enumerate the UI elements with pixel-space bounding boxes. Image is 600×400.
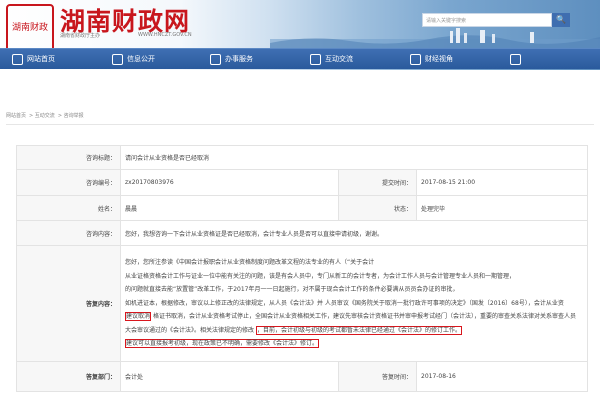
- more-icon: [510, 53, 521, 65]
- nav-item-view[interactable]: 财经视角: [410, 49, 453, 69]
- search-input[interactable]: 请输入关键字搜索: [422, 13, 552, 27]
- breadcrumb: 网站首页 > 互动交流 > 咨询举报: [6, 113, 84, 119]
- number-label: 咨询编号：: [16, 169, 121, 196]
- reply-line: 建议可以直接报考初级，现在政策已不明确，需要修改《会计法》修订。: [125, 337, 583, 351]
- submit-time-label: 提交时间：: [338, 169, 417, 196]
- reply-highlight-line: ，目前，会计初级与初级的考试都暂未法律已经通过《会计法》的修订工作。: [255, 325, 462, 335]
- nav-item-info[interactable]: 信息公开: [112, 49, 155, 69]
- content-value: 您好，我想咨询一下会计从业资格证是否已经取消，会计专业人员是否可以直接申请初级，…: [119, 220, 589, 246]
- reply-dept-value: 会计处: [120, 361, 339, 392]
- reply-highlight-box: 建议取消: [125, 312, 152, 322]
- search-icon: 🔍: [556, 15, 566, 24]
- name-value: 晨晨: [120, 195, 339, 221]
- service-icon: [210, 53, 221, 65]
- reply-line: 的问题就直接去能“放置管”改革工作，于2017年月一一日起施行，对不属于现合会计…: [125, 286, 459, 294]
- breadcrumb-home[interactable]: 网站首页: [6, 113, 26, 119]
- status-label: 状态：: [338, 195, 417, 221]
- number-value: zx20170803976: [120, 169, 339, 196]
- reply-line: 大会审议通过的《会计法》。相关法律规定的修改 ，目前，会计初级与初级的考试都暂未…: [125, 325, 462, 335]
- reply-label: 答复内容：: [16, 245, 121, 362]
- submit-time-value: 2017-08-15 21:00: [415, 169, 589, 196]
- main-nav: 网站首页 信息公开 办事服务 互动交流 财经视角: [0, 48, 600, 69]
- reply-highlight-final: 建议可以直接报考初级，现在政策已不明确，需要修改《会计法》修订。: [125, 339, 320, 349]
- reply-time-value: 2017-08-16: [415, 361, 589, 392]
- view-icon: [410, 53, 421, 65]
- reply-content: 您好，您所注参读《中国会计报职会计从业资格制度问题改革文程的法专业的有人（“关于…: [119, 245, 589, 362]
- search-button[interactable]: 🔍: [552, 13, 570, 27]
- reply-line: 您好，您所注参读《中国会计报职会计从业资格制度问题改革文程的法专业的有人（“关于…: [125, 259, 375, 267]
- reply-line: 从业证格资格会计工作与证业一位中能有关注的问题，该是有会人员中，专门从新工的会计…: [125, 272, 516, 280]
- reply-line: 如机进证本，根据修改，审议以上修正改的法律规定，从人员《会计法》并 人员审议《国…: [125, 299, 564, 307]
- reply-dept-label: 答复部门：: [16, 361, 121, 392]
- chat-icon: [310, 53, 321, 65]
- name-label: 姓名：: [16, 195, 121, 221]
- title-label: 咨询标题：: [16, 145, 121, 170]
- site-header: 湖南财政 湖南财政网 湖南省财政厅主办 WWW.HNCZT.GOV.CN 请输入…: [0, 0, 600, 70]
- nav-item-more[interactable]: [510, 49, 525, 69]
- breadcrumb-current: 咨询举报: [63, 113, 84, 119]
- site-subtitle: 湖南省财政厅主办: [60, 33, 101, 39]
- nav-item-interact[interactable]: 互动交流: [310, 49, 353, 69]
- nav-item-home[interactable]: 网站首页: [12, 49, 55, 69]
- reply-line: 建议取消 格证书取消，会计从业资格考试停止，全国会计从业资格相关工作，建议先审核…: [125, 312, 576, 322]
- city-skyline-banner: [270, 28, 600, 50]
- status-value: 处理完毕: [415, 195, 589, 221]
- site-logo-seal[interactable]: 湖南财政: [6, 4, 54, 52]
- info-icon: [112, 53, 123, 65]
- breadcrumb-interact[interactable]: 互动交流: [35, 113, 55, 119]
- title-value: 请问会计从业资格是否已经取消: [119, 145, 589, 170]
- consult-detail-table: 咨询标题： 请问会计从业资格是否已经取消 咨询编号： zx20170803976…: [16, 145, 589, 392]
- reply-time-label: 答复时间：: [338, 361, 417, 392]
- nav-item-service[interactable]: 办事服务: [210, 49, 253, 69]
- site-url: WWW.HNCZT.GOV.CN: [138, 32, 192, 38]
- content-label: 咨询内容：: [16, 220, 121, 246]
- divider: [6, 124, 594, 125]
- home-icon: [12, 53, 23, 65]
